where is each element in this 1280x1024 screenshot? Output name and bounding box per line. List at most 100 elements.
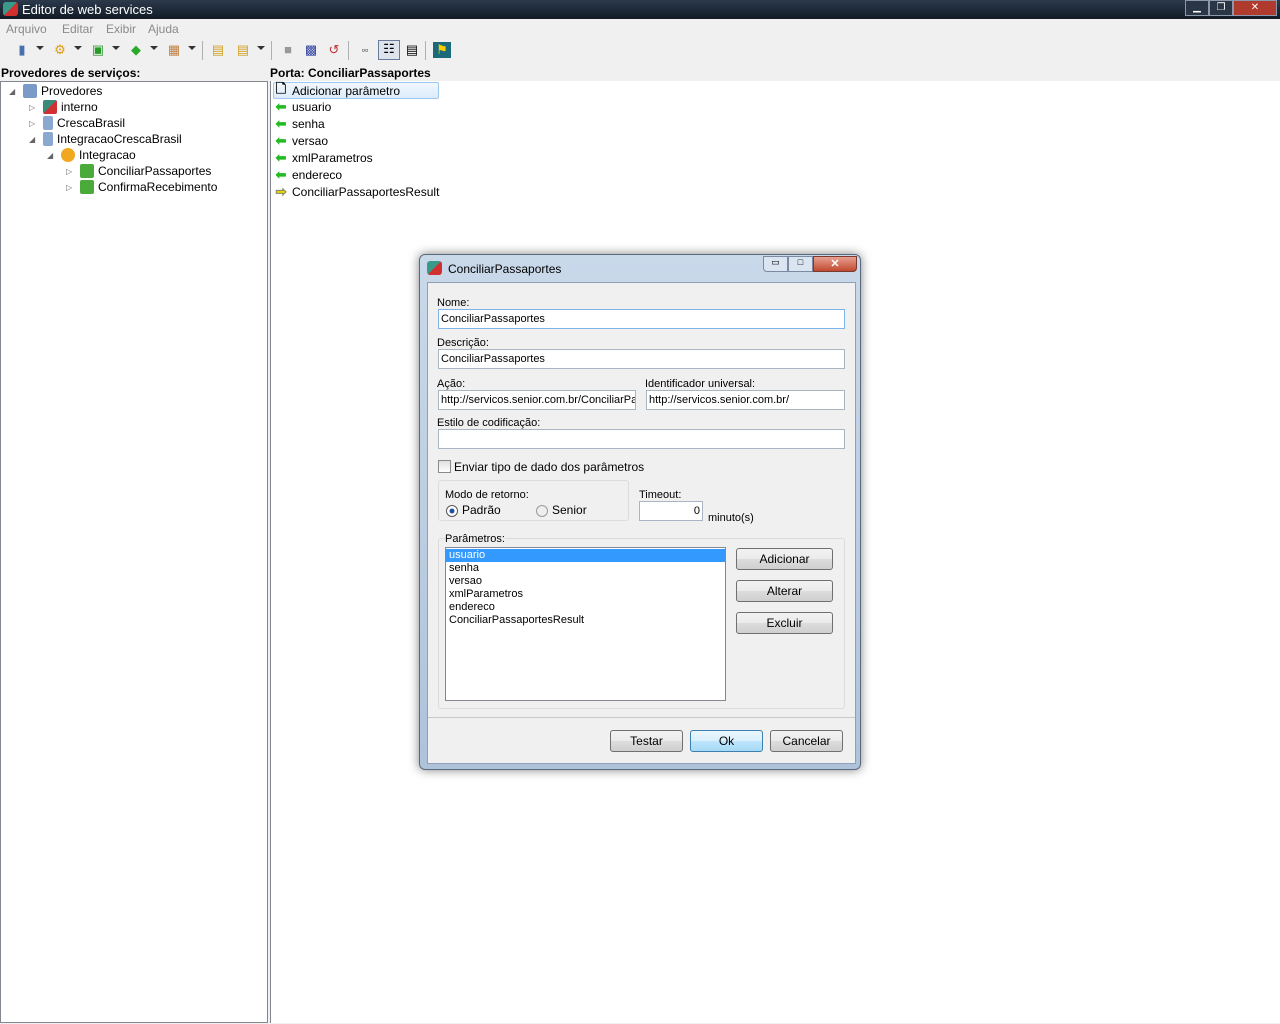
list-view-icon[interactable]: ▤ <box>403 42 421 58</box>
schedule-icon[interactable]: ▦ <box>165 42 183 58</box>
close-button[interactable]: ✕ <box>1233 0 1277 16</box>
tree-node-crescabrasil[interactable]: ▷ CrescaBrasil <box>29 115 125 131</box>
timeout-input[interactable]: 0 <box>639 501 703 521</box>
identificador-input[interactable]: http://servicos.senior.com.br/ <box>646 390 845 410</box>
dropdown-arrow-icon[interactable] <box>188 46 196 50</box>
stop-icon[interactable]: ■ <box>279 42 297 58</box>
tree-node-integracaocrescabrasil[interactable]: ◢ IntegracaoCrescaBrasil <box>29 131 182 147</box>
dropdown-arrow-icon[interactable] <box>36 46 44 50</box>
tree-node-label: IntegracaoCrescaBrasil <box>57 132 182 146</box>
expand-icon[interactable]: ▷ <box>29 119 39 128</box>
operation-dialog: ConciliarPassaportes ▭ □ ✕ Nome: Concili… <box>419 254 861 770</box>
menu-arquivo[interactable]: Arquivo <box>6 22 47 36</box>
parametros-listbox[interactable]: usuario senha versao xmlParametros ender… <box>445 547 726 701</box>
radio-senior[interactable] <box>536 505 548 517</box>
nome-input[interactable]: ConciliarPassaportes <box>438 309 845 329</box>
list-item[interactable]: ⬅ senha <box>274 116 325 132</box>
parametro-item[interactable]: xmlParametros <box>446 588 725 601</box>
undo-icon[interactable]: ↺ <box>325 42 343 58</box>
ok-button[interactable]: Ok <box>690 730 763 752</box>
list-item-label: usuario <box>292 100 332 114</box>
enviar-tipo-checkbox[interactable] <box>438 460 451 473</box>
excluir-button[interactable]: Excluir <box>736 612 833 634</box>
input-arrow-icon: ⬅ <box>275 150 287 165</box>
minimize-button[interactable]: ▁ <box>1185 0 1209 16</box>
alterar-button[interactable]: Alterar <box>736 580 833 602</box>
tree-node-interno[interactable]: ▷ interno <box>29 99 98 115</box>
expand-icon[interactable]: ▷ <box>29 103 39 112</box>
list-item[interactable]: ➡ ConciliarPassaportesResult <box>274 184 439 200</box>
nome-label: Nome: <box>437 297 470 309</box>
parametro-item[interactable]: ConciliarPassaportesResult <box>446 614 725 627</box>
tree-node-label: Provedores <box>41 84 103 98</box>
service-icon[interactable]: ⚙ <box>51 42 69 58</box>
details-view-icon[interactable]: ☷ <box>378 40 400 60</box>
dropdown-arrow-icon[interactable] <box>74 46 82 50</box>
toolbar-separator <box>202 41 203 60</box>
modo-retorno-label: Modo de retorno: <box>445 489 529 501</box>
tree-node-conciliarpassaportes[interactable]: ▷ ConciliarPassaportes <box>66 163 211 179</box>
parametro-item[interactable]: senha <box>446 562 725 575</box>
tree-node-label: ConciliarPassaportes <box>98 164 212 178</box>
descricao-label: Descrição: <box>437 337 489 349</box>
maximize-button[interactable]: □ <box>788 256 813 272</box>
server-icon <box>43 132 53 146</box>
providers-icon[interactable]: ▮ <box>13 42 31 58</box>
restore-button[interactable]: ❐ <box>1209 0 1233 16</box>
collapse-icon[interactable]: ◢ <box>9 87 19 96</box>
close-button[interactable]: ✕ <box>813 256 857 272</box>
parametro-item[interactable]: usuario <box>446 549 725 562</box>
port-icon[interactable]: ▣ <box>89 42 107 58</box>
parametros-label: Parâmetros: <box>445 533 505 545</box>
tree-node-label: Integracao <box>79 148 136 162</box>
operation-icon[interactable]: ◆ <box>127 42 145 58</box>
tree-node-provedores[interactable]: ◢ Provedores <box>9 83 102 99</box>
input-arrow-icon: ⬅ <box>275 116 287 131</box>
input-arrow-icon: ⬅ <box>275 99 287 114</box>
dropdown-arrow-icon[interactable] <box>150 46 158 50</box>
estilo-input[interactable] <box>438 429 845 449</box>
list-item[interactable]: ⬅ versao <box>274 133 328 149</box>
adicionar-button[interactable]: Adicionar <box>736 548 833 570</box>
collapse-icon[interactable]: ◢ <box>47 151 57 160</box>
collapse-icon[interactable]: ◢ <box>29 135 39 144</box>
run-icon[interactable]: ⚑ <box>433 42 451 58</box>
small-icons-icon[interactable]: ▫▫ <box>356 42 374 58</box>
toolbar-separator <box>271 41 272 60</box>
tree-node-integracao[interactable]: ◢ Integracao <box>47 147 136 163</box>
providers-tree[interactable]: ◢ Provedores ▷ interno ▷ CrescaBrasil ◢ Inte… <box>0 81 268 1023</box>
dialog-body: Nome: ConciliarPassaportes Descrição: Co… <box>427 282 856 764</box>
list-item[interactable]: ⬅ usuario <box>274 99 332 115</box>
tree-node-label: interno <box>61 100 98 114</box>
dropdown-arrow-icon[interactable] <box>257 46 265 50</box>
menu-ajuda[interactable]: Ajuda <box>148 22 179 36</box>
server-icon <box>43 116 53 130</box>
cancelar-button[interactable]: Cancelar <box>770 730 843 752</box>
expand-icon[interactable]: ▷ <box>66 167 76 176</box>
export-icon[interactable]: ▤ <box>234 42 252 58</box>
testar-button[interactable]: Testar <box>610 730 683 752</box>
expand-icon[interactable]: ▷ <box>66 183 76 192</box>
save-icon[interactable]: ▩ <box>302 42 320 58</box>
parametro-item[interactable]: endereco <box>446 601 725 614</box>
list-item-label: ConciliarPassaportesResult <box>292 185 440 199</box>
input-arrow-icon: ⬅ <box>275 133 287 148</box>
enviar-tipo-label: Enviar tipo de dado dos parâmetros <box>454 460 645 474</box>
list-item[interactable]: ⬅ endereco <box>274 167 343 183</box>
radio-padrao[interactable] <box>446 505 458 517</box>
parametro-item[interactable]: versao <box>446 575 725 588</box>
tree-node-confirmarecebimento[interactable]: ▷ ConfirmaRecebimento <box>66 179 217 195</box>
menu-exibir[interactable]: Exibir <box>106 22 136 36</box>
dropdown-arrow-icon[interactable] <box>112 46 120 50</box>
acao-input[interactable]: http://servicos.senior.com.br/ConciliarP… <box>438 390 636 410</box>
descricao-input[interactable]: ConciliarPassaportes <box>438 349 845 369</box>
output-arrow-icon: ➡ <box>275 184 287 200</box>
import-icon[interactable]: ▤ <box>209 42 227 58</box>
list-item-label: senha <box>292 117 325 131</box>
minimize-button[interactable]: ▭ <box>763 256 788 272</box>
app-icon <box>427 261 442 275</box>
list-item[interactable]: ⬅ xmlParametros <box>274 150 373 166</box>
service-icon <box>61 148 75 162</box>
add-parameter-item[interactable]: 🗋 Adicionar parâmetro <box>273 81 439 99</box>
menu-editar[interactable]: Editar <box>62 22 93 36</box>
